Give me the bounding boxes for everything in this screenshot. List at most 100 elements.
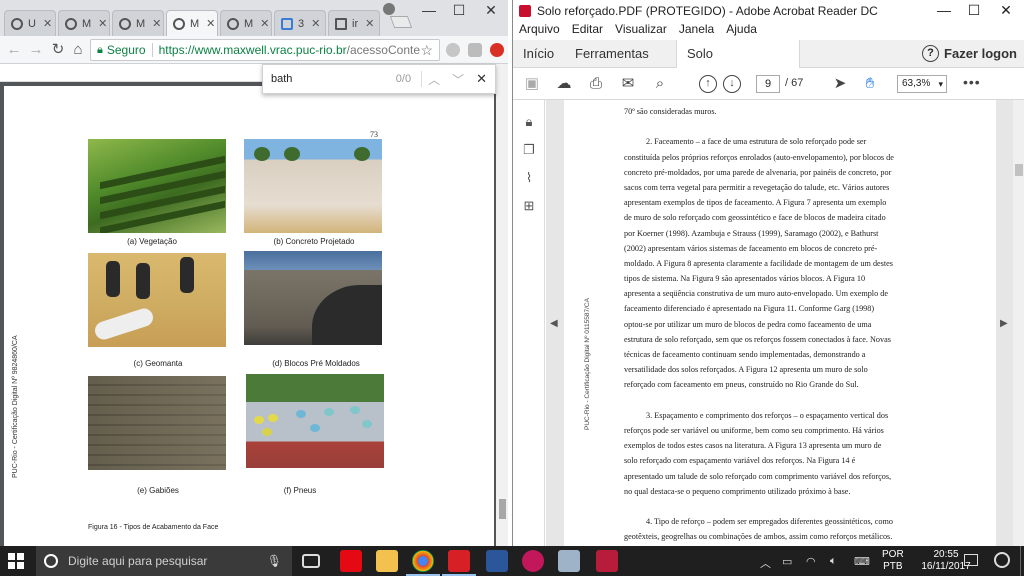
- pages-icon[interactable]: ❐: [521, 142, 537, 158]
- task-view-icon[interactable]: [302, 554, 320, 568]
- word-icon[interactable]: [486, 550, 508, 572]
- globe-icon: [119, 17, 131, 30]
- hand-tool-icon[interactable]: ✋︎: [861, 75, 879, 93]
- forward-icon[interactable]: →: [26, 40, 46, 60]
- chrome-tab[interactable]: M ✕: [58, 10, 110, 36]
- tab-document[interactable]: Solo reforçado.PDF ✕: [676, 40, 800, 117]
- windows-start-icon[interactable]: [8, 553, 24, 569]
- close-tab-icon[interactable]: ✕: [152, 17, 161, 30]
- collapse-left-icon[interactable]: ◀: [550, 318, 558, 329]
- action-center-icon[interactable]: [994, 552, 1010, 568]
- back-icon[interactable]: ←: [4, 40, 24, 60]
- chrome-icon[interactable]: [406, 550, 440, 576]
- acrobat-icon[interactable]: [442, 550, 476, 576]
- chrome-tab[interactable]: 3 ✕: [274, 10, 326, 36]
- close-button[interactable]: ✕: [476, 2, 506, 19]
- show-desktop-button[interactable]: [1020, 546, 1024, 576]
- previous-page-icon[interactable]: ↑: [699, 75, 717, 93]
- app-icon[interactable]: [558, 550, 580, 572]
- email-icon[interactable]: ✉: [619, 75, 637, 93]
- microphone-icon[interactable]: 🎙︎: [267, 554, 282, 568]
- keyboard-icon[interactable]: ⌨: [854, 555, 870, 568]
- bookmark-star-icon[interactable]: ☆: [420, 42, 433, 59]
- more-options-icon[interactable]: •••: [963, 74, 981, 90]
- bookmarks-icon[interactable]: ⊞: [521, 198, 537, 214]
- app-icon[interactable]: [596, 550, 618, 572]
- volume-icon[interactable]: 🔈︎: [830, 555, 837, 568]
- maximize-button[interactable]: ☐: [959, 2, 989, 19]
- wifi-icon[interactable]: ◠: [806, 555, 816, 568]
- app-icon[interactable]: [522, 550, 544, 572]
- netflix-icon[interactable]: [340, 550, 362, 572]
- find-previous-icon[interactable]: ︿: [428, 71, 440, 88]
- text-line: concreto pré-moldados, por uma parede de…: [624, 167, 892, 177]
- menu-editar[interactable]: Editar: [572, 22, 603, 40]
- find-bar: bath 0/0 ︿ ﹀ ✕: [262, 64, 496, 94]
- notifications-icon[interactable]: [964, 554, 978, 566]
- minimize-button[interactable]: —: [414, 2, 444, 18]
- find-close-icon[interactable]: ✕: [476, 71, 487, 87]
- search-icon[interactable]: ⌕: [651, 75, 669, 93]
- extension-icon[interactable]: [490, 43, 504, 57]
- scrollbar[interactable]: [496, 64, 508, 546]
- menu-arquivo[interactable]: Arquivo: [519, 22, 560, 40]
- network-icon[interactable]: ▭: [782, 555, 792, 568]
- chrome-tab[interactable]: M ✕: [220, 10, 272, 36]
- figure-caption-f: (f) Pneus: [283, 486, 317, 495]
- extension-icon[interactable]: [468, 43, 482, 57]
- find-next-icon[interactable]: ﹀: [452, 71, 464, 88]
- upload-cloud-icon[interactable]: ☁: [555, 75, 573, 93]
- file-explorer-icon[interactable]: [376, 550, 398, 572]
- scrollbar-thumb[interactable]: [1015, 164, 1023, 176]
- attachment-icon[interactable]: ⌇: [521, 170, 537, 186]
- text-line: tipos de sistema. Na Figura 9 são aprese…: [624, 274, 866, 284]
- input-language[interactable]: POR PTB: [882, 549, 904, 573]
- new-tab-button[interactable]: [389, 16, 413, 28]
- save-icon[interactable]: ▣: [523, 75, 541, 93]
- minimize-button[interactable]: —: [929, 2, 959, 18]
- text-line: por Koerner (1998). Azambuja e Strauss (…: [624, 228, 879, 238]
- logon-button[interactable]: Fazer logon: [944, 40, 1017, 68]
- lock-icon[interactable]: 🔒︎: [521, 114, 537, 130]
- chrome-tab[interactable]: M ✕: [112, 10, 164, 36]
- tray-chevron-icon[interactable]: ︿: [760, 555, 771, 571]
- maximize-button[interactable]: ☐: [444, 2, 474, 19]
- close-tab-icon[interactable]: ✕: [365, 17, 374, 30]
- zoom-select[interactable]: 63,3%: [897, 75, 947, 93]
- chrome-tab-active[interactable]: M ✕: [166, 10, 218, 36]
- select-cursor-icon[interactable]: ➤: [831, 75, 849, 93]
- close-tab-icon[interactable]: ✕: [206, 17, 215, 30]
- taskbar-search[interactable]: Digite aqui para pesquisar 🎙︎: [36, 546, 292, 576]
- menu-janela[interactable]: Janela: [679, 22, 714, 40]
- chrome-tab[interactable]: U ✕: [4, 10, 56, 36]
- find-input[interactable]: bath: [271, 73, 396, 85]
- scrollbar-thumb[interactable]: [499, 499, 506, 519]
- pdf-viewer: 73 PUC-Rio - Certificação Digital Nº 982…: [0, 64, 508, 546]
- profile-icon[interactable]: [383, 3, 395, 15]
- print-icon[interactable]: ⎙: [587, 75, 605, 93]
- pdf-page: 73 PUC-Rio - Certificação Digital Nº 982…: [4, 86, 494, 546]
- close-button[interactable]: ✕: [991, 2, 1021, 19]
- close-tab-icon[interactable]: ✕: [98, 17, 107, 30]
- text-line: 3. Espaçamento e comprimento dos reforço…: [646, 410, 889, 420]
- address-bar[interactable]: 🔒︎ Seguro https://www.maxwell.vrac.puc-r…: [90, 39, 440, 61]
- menu-visualizar[interactable]: Visualizar: [615, 22, 667, 40]
- chrome-tab[interactable]: ir ✕: [328, 10, 380, 36]
- text-line: reforçado com faceamento em pneus, const…: [624, 380, 859, 390]
- help-icon[interactable]: ?: [922, 45, 939, 62]
- next-page-icon[interactable]: ↓: [723, 75, 741, 93]
- close-tab-icon[interactable]: ✕: [43, 17, 52, 30]
- home-icon[interactable]: ⌂: [68, 40, 88, 60]
- close-tab-icon[interactable]: ✕: [260, 17, 269, 30]
- tab-tools[interactable]: Ferramentas: [565, 40, 659, 68]
- tab-home[interactable]: Início: [513, 40, 564, 68]
- page-number-input[interactable]: 9: [756, 75, 780, 93]
- scrollbar[interactable]: [1013, 100, 1024, 546]
- reload-icon[interactable]: ↻: [48, 40, 68, 60]
- menu-ajuda[interactable]: Ajuda: [726, 22, 757, 40]
- extension-icon[interactable]: [446, 43, 460, 57]
- figure-title: Figura 16 - Tipos de Acabamento da Face: [88, 524, 219, 531]
- expand-right-icon[interactable]: ▶: [1000, 318, 1008, 329]
- close-tab-icon[interactable]: ✕: [311, 17, 320, 30]
